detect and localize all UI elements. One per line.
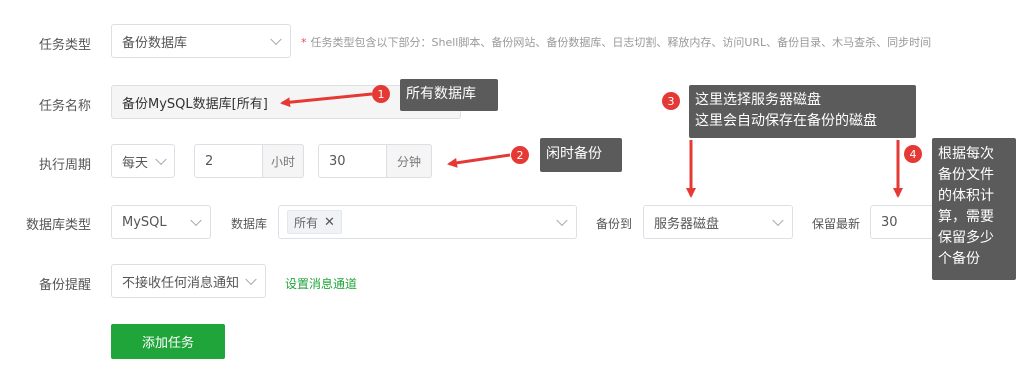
annotation-text-4-line: 的体积计 <box>938 188 994 204</box>
annotation-text-4-line: 算，需要 <box>938 209 994 225</box>
annotation-marker-1: 1 <box>372 85 390 103</box>
arrow-2 <box>447 153 511 168</box>
annotation-callout-4: 根据每次 备份文件 的体积计 算，需要 保留多少 个备份 <box>932 138 1016 280</box>
annotation-text-3b: 这里会自动保存在备份的磁盘 <box>695 113 877 129</box>
annotation-text-4-line: 保留多少 <box>938 230 994 246</box>
annotation-marker-4: 4 <box>904 145 922 163</box>
annotation-callout-2: 闲时备份 <box>540 138 622 172</box>
annotation-text-4-line: 个备份 <box>938 251 980 267</box>
annotation-marker-2: 2 <box>511 146 529 164</box>
annotation-text-1: 所有数据库 <box>406 86 476 102</box>
annotation-text-3a: 这里选择服务器磁盘 <box>695 92 821 108</box>
annotation-text-4-line: 备份文件 <box>938 167 994 183</box>
annotation-marker-3: 3 <box>662 92 680 110</box>
annotation-text-2: 闲时备份 <box>546 146 602 162</box>
annotation-arrows <box>280 92 903 198</box>
annotation-text-4-line: 根据每次 <box>938 146 994 162</box>
annotation-callout-1: 所有数据库 <box>400 79 498 111</box>
annotation-callout-3: 这里选择服务器磁盘 这里会自动保存在备份的磁盘 <box>689 85 916 138</box>
arrow-1 <box>280 92 373 108</box>
